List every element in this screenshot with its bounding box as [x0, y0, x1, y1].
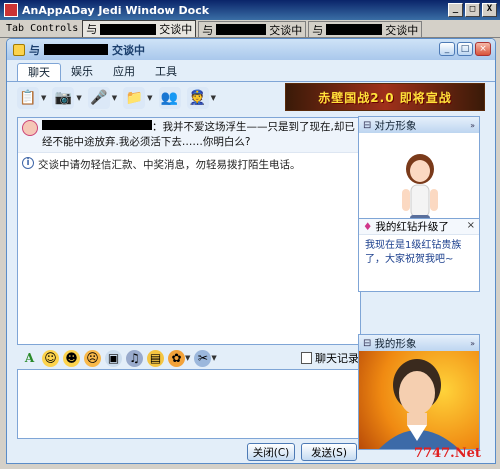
- chevron-icon[interactable]: »: [470, 339, 475, 348]
- app-title: AnAppADay Jedi Window Dock: [22, 3, 210, 17]
- peer-avatar-panel: ⊟ 对方形象 »: [358, 116, 480, 233]
- message-row: ：我并不爱这场浮生——只是到了现在,却已经不能中途放弃.我必须活下去……你明白么…: [18, 118, 360, 153]
- watermark: 7747.Net: [414, 446, 481, 461]
- collapse-icon[interactable]: ⊟: [363, 120, 371, 131]
- window-controls: _ □ X: [448, 3, 497, 17]
- chat-toolbar: 📋 ▼ 📷 ▼ 🎤 ▼ 📁 ▼ 👥 👮 ▼: [17, 85, 216, 111]
- screenshot-icon[interactable]: ✂: [194, 349, 212, 367]
- chat-title-prefix: 与: [29, 43, 40, 57]
- my-avatar-panel: ⊟ 我的形象 »: [358, 334, 480, 450]
- shake-icon[interactable]: ☹: [84, 349, 101, 367]
- remote-assist-icon[interactable]: 👮: [186, 87, 209, 109]
- ad-banner[interactable]: 赤壁国战2.0 即将宣战: [285, 83, 485, 111]
- collapse-icon[interactable]: ⊟: [363, 338, 371, 349]
- dock-tab-prefix: 与: [86, 23, 98, 36]
- app-titlebar: AnAppADay Jedi Window Dock _ □ X: [0, 0, 500, 20]
- voice-icon[interactable]: 🎤: [87, 87, 110, 109]
- nav-divider: [7, 81, 495, 82]
- close-button[interactable]: X: [482, 3, 497, 17]
- peer-panel-header[interactable]: ⊟ 对方形象 »: [359, 117, 479, 133]
- info-icon: i: [22, 157, 34, 169]
- my-panel-title: 我的形象: [374, 337, 417, 350]
- chat-maximize-button[interactable]: □: [457, 42, 473, 56]
- chat-history-label: 聊天记录: [315, 352, 359, 365]
- dock-tab-prefix: 与: [202, 23, 214, 37]
- safety-notice: i 交谈中请勿轻信汇款、中奖消息，勿轻易拨打陌生电话。: [18, 153, 360, 176]
- dock-tab-suffix: 交谈中: [159, 23, 193, 36]
- notification-title: 我的红钻升级了: [375, 221, 449, 233]
- chevron-icon[interactable]: »: [470, 121, 475, 130]
- tab-tools[interactable]: 工具: [145, 63, 187, 81]
- app-icon: [4, 3, 18, 17]
- avatar: [22, 120, 38, 136]
- redacted-name: [100, 23, 157, 35]
- nav-tabs: 聊天 娱乐 应用 工具: [17, 63, 187, 81]
- dock-tab-3[interactable]: 与 交谈中: [308, 21, 423, 37]
- gift-icon[interactable]: ▤: [147, 349, 164, 367]
- dock-tab-suffix: 交谈中: [269, 23, 303, 37]
- close-chat-button[interactable]: 关闭(C): [247, 443, 295, 461]
- redacted-name: [42, 120, 152, 130]
- chat-close-button[interactable]: ×: [475, 42, 491, 56]
- document-icon: [301, 352, 312, 364]
- chat-title-suffix: 交谈中: [112, 43, 145, 57]
- emoji-icon[interactable]: ☺: [42, 349, 59, 367]
- redacted-name: [326, 24, 383, 35]
- chat-history: ：我并不爱这场浮生——只是到了现在,却已经不能中途放弃.我必须活下去……你明白么…: [17, 117, 361, 345]
- dock-tab-2[interactable]: 与 交谈中: [198, 21, 307, 37]
- input-toolbar: A ☺ ☻ ☹ ▣ ♫ ▤ ✿ ▼ ✂ ▼ 聊天记录: [17, 348, 361, 368]
- chat-window-controls: _ □ ×: [439, 42, 491, 56]
- animated-emoji-icon[interactable]: ☻: [63, 349, 80, 367]
- dock-tab-bar: Tab Controls 与 交谈中 与 交谈中 与 交谈中: [0, 20, 500, 38]
- image-icon[interactable]: ▣: [105, 349, 122, 367]
- my-avatar-icon[interactable]: [359, 351, 479, 449]
- profile-icon[interactable]: 📋: [17, 87, 39, 109]
- chat-window-icon: [13, 43, 25, 56]
- send-file-icon[interactable]: 📁: [123, 87, 146, 109]
- notification-header: ♦ 我的红钻升级了 ×: [359, 219, 479, 235]
- chat-titlebar: 与 交谈中: [7, 39, 495, 60]
- send-button[interactable]: 发送(S): [301, 443, 357, 461]
- chevron-down-icon[interactable]: ▼: [147, 94, 152, 102]
- notification-card: ♦ 我的红钻升级了 × 我现在是1级红钻贵族了，大家祝贺我吧~: [358, 218, 480, 292]
- dock-label: Tab Controls: [6, 23, 79, 34]
- message-input[interactable]: [17, 369, 361, 439]
- tab-apps[interactable]: 应用: [103, 63, 145, 81]
- notification-body[interactable]: 我现在是1级红钻贵族了，大家祝贺我吧~: [359, 235, 479, 271]
- message-text: ：我并不爱这场浮生——只是到了现在,却已经不能中途放弃.我必须活下去……你明白么…: [42, 120, 356, 150]
- chevron-down-icon[interactable]: ▼: [112, 94, 117, 102]
- music-icon[interactable]: ♫: [126, 349, 143, 367]
- chat-history-button[interactable]: 聊天记录: [301, 350, 359, 366]
- tab-entertainment[interactable]: 娱乐: [61, 63, 103, 81]
- chevron-down-icon[interactable]: ▼: [76, 94, 81, 102]
- safety-notice-text: 交谈中请勿轻信汇款、中奖消息，勿轻易拨打陌生电话。: [38, 159, 301, 171]
- close-icon[interactable]: ×: [467, 220, 475, 231]
- add-friend-icon[interactable]: 👥: [158, 87, 181, 109]
- tab-chat[interactable]: 聊天: [17, 63, 61, 81]
- chevron-down-icon[interactable]: ▼: [41, 94, 46, 102]
- webcam-icon[interactable]: 📷: [52, 87, 75, 109]
- minimize-button[interactable]: _: [448, 3, 463, 17]
- chat-minimize-button[interactable]: _: [439, 42, 455, 56]
- gem-icon: ♦: [363, 220, 373, 233]
- chevron-down-icon[interactable]: ▼: [211, 354, 216, 362]
- dock-tab-1[interactable]: 与 交谈中: [82, 20, 197, 37]
- pet-icon[interactable]: ✿: [168, 349, 185, 367]
- maximize-button[interactable]: □: [465, 3, 480, 17]
- chevron-down-icon[interactable]: ▼: [211, 94, 216, 102]
- chevron-down-icon[interactable]: ▼: [185, 354, 190, 362]
- redacted-name: [216, 24, 267, 35]
- dock-tab-suffix: 交谈中: [385, 23, 419, 37]
- peer-panel-title: 对方形象: [374, 119, 417, 132]
- dock-tab-prefix: 与: [312, 23, 324, 37]
- redacted-name: [44, 44, 108, 55]
- my-panel-header[interactable]: ⊟ 我的形象 »: [359, 335, 479, 351]
- font-icon[interactable]: A: [21, 350, 38, 367]
